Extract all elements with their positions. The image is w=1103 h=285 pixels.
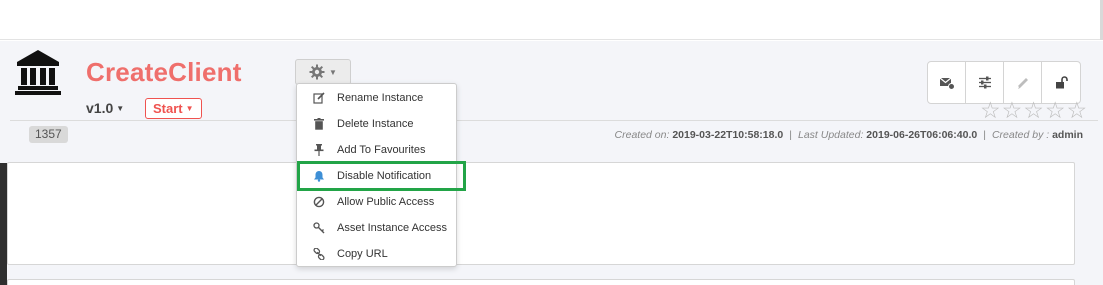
edit-icon bbox=[312, 91, 326, 105]
top-bar bbox=[0, 0, 1103, 40]
divider bbox=[10, 120, 1098, 121]
content-panel bbox=[7, 162, 1075, 265]
chevron-down-icon: ▼ bbox=[116, 104, 125, 113]
mail-settings-button[interactable] bbox=[928, 62, 966, 103]
pin-icon bbox=[312, 143, 326, 157]
content-panel-secondary bbox=[7, 279, 1075, 285]
created-by-value: admin bbox=[1052, 129, 1083, 141]
key-icon bbox=[312, 221, 326, 235]
trash-icon bbox=[312, 117, 326, 131]
chevron-down-icon: ▼ bbox=[329, 67, 337, 77]
page-title: CreateClient bbox=[86, 57, 242, 87]
updated-label: Last Updated: bbox=[797, 129, 864, 141]
created-by-label: Created by : bbox=[991, 129, 1050, 141]
side-panel-handle[interactable] bbox=[0, 163, 7, 285]
settings-dropdown-button[interactable]: ▼ bbox=[295, 59, 351, 85]
version-label: v1.0 bbox=[86, 100, 114, 116]
star-icon[interactable]: ☆ bbox=[980, 99, 1001, 122]
start-label: Start bbox=[153, 101, 183, 116]
metadata-line: Created on: 2019-03-22T10:58:18.0 | Last U… bbox=[614, 129, 1083, 141]
menu-item-asset-instance-access[interactable]: Asset Instance Access bbox=[297, 215, 456, 241]
unlock-icon bbox=[1056, 75, 1068, 88]
chevron-down-icon: ▼ bbox=[185, 104, 194, 113]
star-icon[interactable]: ☆ bbox=[1045, 99, 1066, 122]
mail-settings-icon bbox=[939, 77, 955, 90]
link-icon bbox=[312, 247, 326, 261]
created-value: 2019-03-22T10:58:18.0 bbox=[672, 129, 784, 141]
version-dropdown[interactable]: v1.0 ▼ bbox=[86, 100, 124, 116]
id-badge: 1357 bbox=[29, 126, 68, 143]
star-icon[interactable]: ☆ bbox=[1002, 99, 1023, 122]
star-icon[interactable]: ☆ bbox=[1023, 99, 1044, 122]
sliders-icon bbox=[978, 76, 991, 89]
menu-item-delete-instance[interactable]: Delete Instance bbox=[297, 111, 456, 137]
institution-icon bbox=[15, 50, 61, 95]
updated-value: 2019-06-26T06:06:40.0 bbox=[866, 129, 978, 141]
gear-icon bbox=[309, 64, 325, 80]
ban-icon bbox=[312, 195, 326, 209]
pencil-icon bbox=[1017, 77, 1028, 89]
settings-dropdown-menu: Rename Instance Delete Instance Add To F… bbox=[296, 83, 466, 267]
menu-item-rename-instance[interactable]: Rename Instance bbox=[297, 85, 456, 111]
created-label: Created on: bbox=[614, 129, 670, 141]
bell-icon bbox=[312, 169, 326, 183]
menu-item-disable-notification[interactable]: Disable Notification bbox=[297, 161, 466, 191]
start-button[interactable]: Start ▼ bbox=[145, 98, 202, 119]
menu-item-copy-url[interactable]: Copy URL bbox=[297, 241, 456, 267]
menu-item-allow-public-access[interactable]: Allow Public Access bbox=[297, 189, 456, 215]
star-icon[interactable]: ☆ bbox=[1067, 99, 1088, 122]
rating-stars[interactable]: ☆ ☆ ☆ ☆ ☆ bbox=[980, 99, 1087, 122]
menu-item-add-to-favourites[interactable]: Add To Favourites bbox=[297, 137, 456, 163]
